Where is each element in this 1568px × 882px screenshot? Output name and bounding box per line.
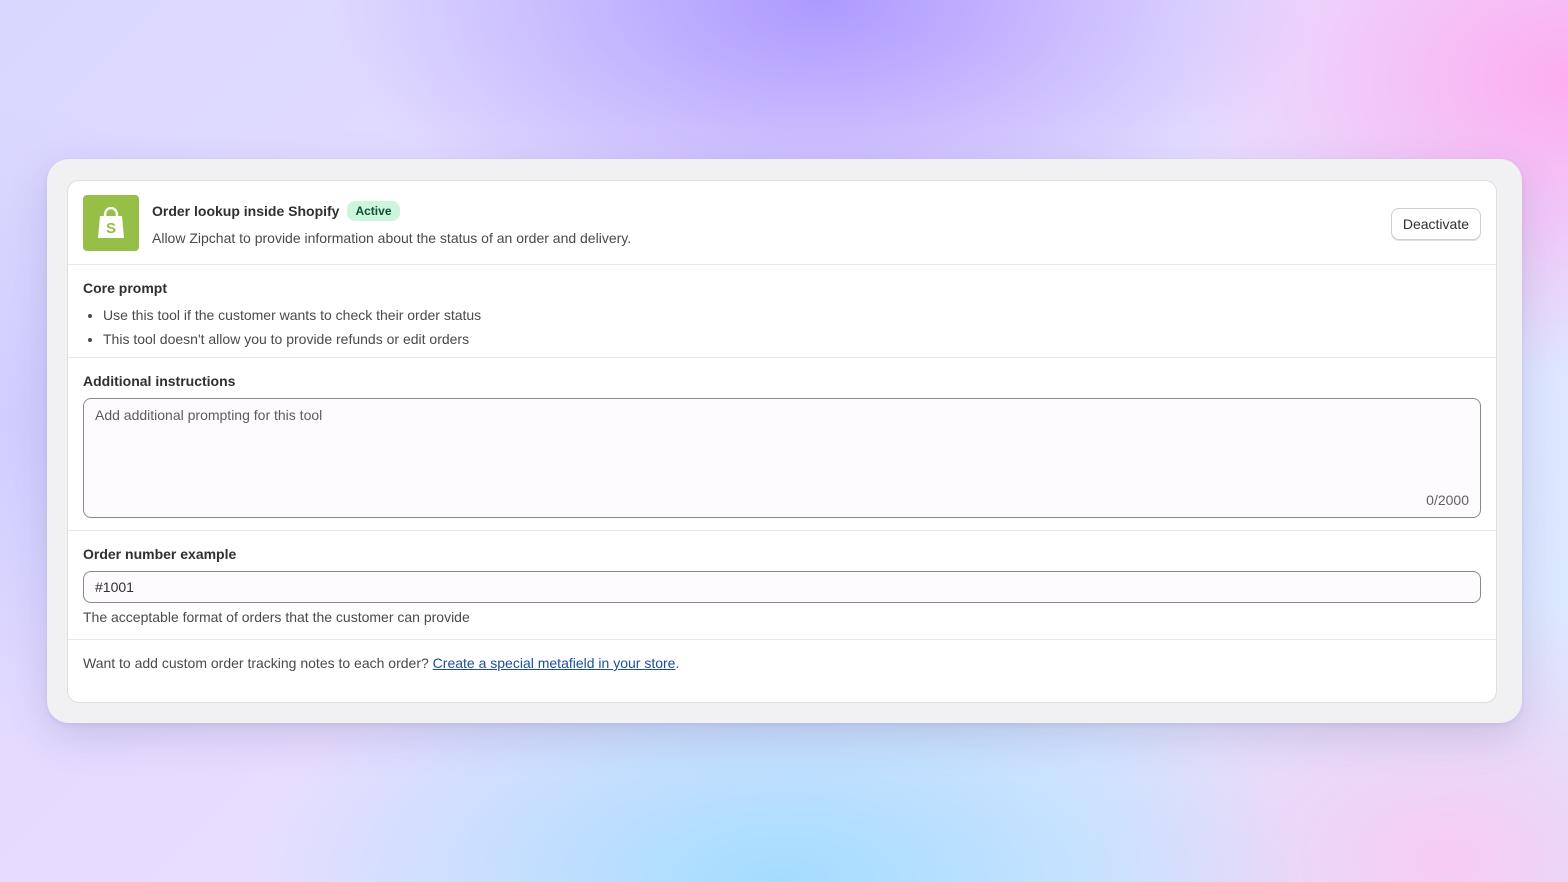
window-frame: S Order lookup inside Shopify Active All… (47, 159, 1522, 723)
core-prompt-list: Use this tool if the customer wants to c… (83, 303, 1481, 351)
shopify-bag-icon: S (83, 195, 139, 251)
title-row: Order lookup inside Shopify Active (152, 201, 400, 221)
tool-description: Allow Zipchat to provide information abo… (152, 230, 632, 246)
order-number-label: Order number example (83, 546, 237, 562)
order-number-section: Order number example The acceptable form… (68, 531, 1496, 640)
order-number-help: The acceptable format of orders that the… (83, 609, 470, 625)
metafield-note: Want to add custom order tracking notes … (68, 640, 1496, 702)
order-number-input[interactable] (83, 571, 1481, 603)
tool-card: S Order lookup inside Shopify Active All… (67, 180, 1497, 703)
tool-title: Order lookup inside Shopify (152, 203, 340, 219)
list-item: Use this tool if the customer wants to c… (103, 303, 1481, 327)
create-metafield-link[interactable]: Create a special metafield in your store (433, 655, 676, 671)
additional-instructions-input[interactable] (84, 399, 1480, 517)
metafield-note-text: Want to add custom order tracking notes … (83, 655, 433, 671)
additional-instructions-label: Additional instructions (83, 373, 236, 389)
tool-header: S Order lookup inside Shopify Active All… (68, 181, 1496, 265)
deactivate-button[interactable]: Deactivate (1390, 208, 1481, 240)
additional-instructions-section: Additional instructions 0/2000 (68, 358, 1496, 531)
character-counter: 0/2000 (1426, 492, 1469, 508)
metafield-note-suffix: . (675, 655, 680, 671)
svg-text:S: S (106, 220, 116, 237)
status-badge: Active (347, 201, 400, 221)
list-item: This tool doesn't allow you to provide r… (103, 327, 1481, 351)
core-prompt-section: Core prompt Use this tool if the custome… (68, 265, 1496, 358)
additional-instructions-field: 0/2000 (83, 398, 1481, 518)
core-prompt-label: Core prompt (83, 280, 167, 296)
